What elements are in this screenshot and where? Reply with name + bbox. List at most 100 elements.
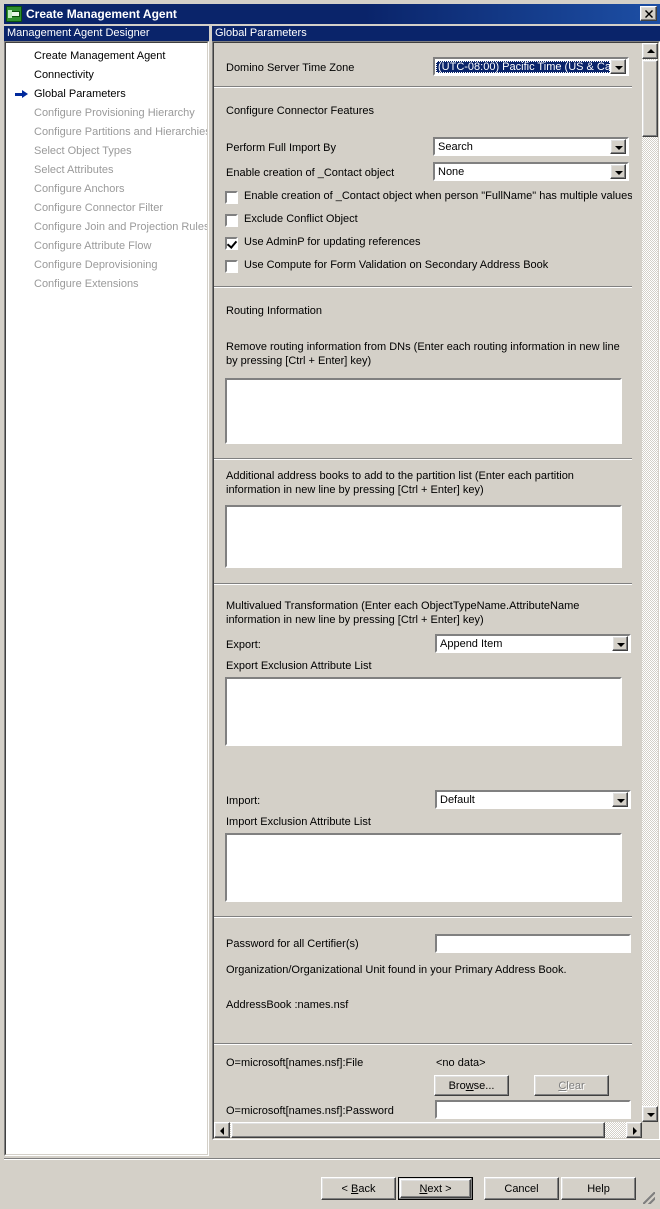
scroll-right-button[interactable] (626, 1122, 642, 1138)
close-glyph (644, 9, 653, 18)
divider-5 (214, 916, 632, 918)
sidebar-item-label: Configure Connector Filter (34, 202, 164, 214)
scroll-up-button[interactable] (642, 43, 658, 59)
chevron-down-icon[interactable] (610, 139, 626, 154)
chevron-down-icon[interactable] (610, 59, 626, 74)
button-label: Help (587, 1182, 610, 1195)
full-import-combobox[interactable]: Search (433, 137, 629, 156)
sidebar-item-label: Configure Anchors (34, 183, 125, 195)
cert-password-label: O=microsoft[names.nsf]:Password (226, 1105, 394, 1117)
contact-object-combobox[interactable]: None (433, 162, 629, 181)
checkbox-contact-multivalue[interactable] (225, 191, 238, 204)
title-bar: Create Management Agent (4, 4, 660, 24)
sidebar-item-label: Configure Partitions and Hierarchies (34, 126, 208, 138)
remove-routing-textarea[interactable] (225, 378, 622, 444)
sidebar-item-configure-attribute-flow: Configure Attribute Flow (6, 237, 207, 256)
sidebar-item-label: Configure Provisioning Hierarchy (34, 107, 195, 119)
button-label: Next > (419, 1182, 452, 1195)
agent-icon (6, 6, 22, 22)
timezone-value: (UTC-08:00) Pacific Time (US & Canada) (436, 60, 610, 73)
scrollbar-corner (642, 1122, 658, 1138)
divider-6 (214, 1043, 632, 1045)
import-value: Default (440, 793, 475, 806)
sidebar-item-configure-provisioning-hierarchy: Configure Provisioning Hierarchy (6, 104, 207, 123)
horizontal-scrollbar[interactable] (214, 1122, 642, 1138)
export-value: Append Item (440, 637, 503, 650)
wizard-step-list: Create Management Agent Connectivity Globa… (4, 41, 209, 1156)
button-label: Cancel (504, 1182, 539, 1195)
export-exclusion-label: Export Exclusion Attribute List (226, 660, 372, 672)
vertical-scrollbar-thumb[interactable] (642, 60, 658, 137)
back-button[interactable]: < Back (321, 1177, 396, 1200)
sidebar-item-label: Select Object Types (34, 145, 132, 157)
checkbox-use-adminp-label: Use AdminP for updating references (244, 236, 421, 248)
sidebar-item-connectivity[interactable]: Connectivity (6, 66, 207, 85)
parameters-panel: Domino Server Time Zone (UTC-08:00) Paci… (212, 41, 660, 1140)
cert-file-value: <no data> (436, 1057, 486, 1069)
sidebar-item-select-object-types: Select Object Types (6, 142, 207, 161)
contact-object-value: None (438, 165, 465, 178)
additional-books-label: Additional address books to add to the p… (226, 470, 574, 496)
export-label: Export: (226, 639, 261, 651)
full-import-label: Perform Full Import By (226, 142, 337, 154)
sidebar-item-label: Configure Deprovisioning (34, 259, 158, 271)
help-button[interactable]: Help (561, 1177, 636, 1200)
certifier-password-input[interactable] (435, 934, 631, 953)
import-combobox[interactable]: Default (435, 790, 631, 809)
sidebar-item-global-parameters[interactable]: Global Parameters (6, 85, 207, 104)
divider-2 (214, 286, 632, 288)
additional-books-textarea[interactable] (225, 505, 622, 568)
export-combobox[interactable]: Append Item (435, 634, 631, 653)
import-exclusion-textarea[interactable] (225, 833, 622, 902)
sidebar-item-create-management-agent[interactable]: Create Management Agent (6, 47, 207, 66)
checkbox-use-compute-label: Use Compute for Form Validation on Secon… (244, 259, 549, 271)
remove-routing-label: Remove routing information from DNs (Ent… (226, 341, 620, 367)
left-pane-header: Management Agent Designer (4, 26, 209, 41)
divider-1 (214, 86, 632, 88)
scroll-left-button[interactable] (214, 1122, 230, 1138)
cancel-button[interactable]: Cancel (484, 1177, 559, 1200)
dialog-window: Create Management Agent Management Agent… (0, 0, 660, 1209)
divider-3 (214, 458, 632, 460)
checkbox-use-compute[interactable] (225, 260, 238, 273)
button-label: < Back (341, 1182, 376, 1195)
sidebar-item-label: Configure Extensions (34, 278, 139, 290)
sidebar-item-configure-partitions-and-hierarchies: Configure Partitions and Hierarchies (6, 123, 207, 142)
contact-object-label: Enable creation of _Contact object (226, 167, 395, 179)
clear-button[interactable]: Clear (534, 1075, 609, 1096)
horizontal-scrollbar-thumb[interactable] (231, 1122, 605, 1138)
parameters-content: Domino Server Time Zone (UTC-08:00) Paci… (214, 43, 632, 1123)
close-icon[interactable] (640, 6, 657, 21)
next-button[interactable]: Next > (398, 1177, 473, 1200)
chevron-down-icon[interactable] (612, 792, 628, 807)
resize-grip[interactable] (643, 1192, 655, 1204)
current-step-arrow-icon (15, 90, 28, 99)
sidebar-item-label: Connectivity (34, 69, 94, 81)
timezone-label: Domino Server Time Zone (226, 62, 355, 74)
multivalued-section-label: Multivalued Transformation (Enter each O… (226, 600, 580, 626)
timezone-combobox[interactable]: (UTC-08:00) Pacific Time (US & Canada) (433, 57, 629, 76)
checkbox-use-adminp[interactable] (225, 237, 238, 250)
sidebar-item-label: Global Parameters (34, 88, 126, 100)
cert-password-input[interactable] (435, 1100, 631, 1119)
addressbook-label: AddressBook :names.nsf (226, 999, 349, 1011)
org-note-label: Organization/Organizational Unit found i… (226, 964, 567, 976)
full-import-value: Search (438, 140, 473, 153)
import-exclusion-label: Import Exclusion Attribute List (226, 816, 371, 828)
export-exclusion-textarea[interactable] (225, 677, 622, 746)
chevron-down-icon[interactable] (612, 636, 628, 651)
sidebar-item-label: Create Management Agent (34, 50, 166, 62)
import-label: Import: (226, 795, 261, 807)
sidebar-item-label: Select Attributes (34, 164, 114, 176)
scroll-down-button[interactable] (642, 1106, 658, 1122)
browse-button[interactable]: Browse... (434, 1075, 509, 1096)
checkbox-exclude-conflict[interactable] (225, 214, 238, 227)
sidebar-item-configure-connector-filter: Configure Connector Filter (6, 199, 207, 218)
checkbox-contact-multivalue-label: Enable creation of _Contact object when … (244, 190, 632, 202)
chevron-down-icon[interactable] (610, 164, 626, 179)
window-title: Create Management Agent (26, 7, 177, 21)
certifier-password-label: Password for all Certifier(s) (226, 938, 359, 950)
vertical-scrollbar[interactable] (642, 43, 658, 1122)
sidebar-item-configure-join-and-projection-rules: Configure Join and Projection Rules (6, 218, 207, 237)
divider-4 (214, 583, 632, 585)
